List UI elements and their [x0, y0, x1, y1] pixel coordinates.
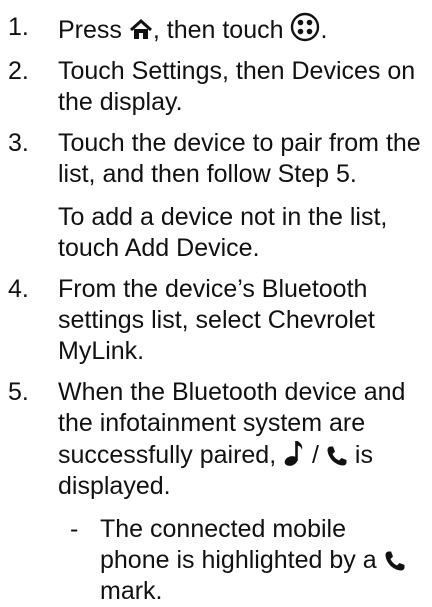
bullet-text: mark.	[100, 577, 163, 605]
phone-icon	[326, 445, 348, 467]
step-5-bullet: - The connected mobile phone is highligh…	[0, 514, 426, 607]
step-number: 3.	[8, 129, 29, 157]
step-text: From the device’s Bluetooth settings lis…	[58, 275, 375, 365]
step-text: Press	[58, 16, 129, 44]
bullet-dash: -	[70, 515, 79, 543]
step-5: 5. When the Bluetooth device and the inf…	[0, 377, 432, 607]
step-text: Touch the device to pair from the list, …	[58, 129, 421, 188]
music-note-icon	[283, 439, 305, 467]
bullet-text: The connected mobile phone is highlighte…	[100, 515, 384, 574]
step-2: 2. Touch Settings, then Devices on the d…	[0, 56, 432, 118]
step-4: 4. From the device’s Bluetooth settings …	[0, 274, 432, 367]
step-number: 4.	[8, 275, 29, 303]
instructions-page: 1. Press , then touch . 2. Touch Setting…	[0, 0, 432, 605]
phone-icon	[384, 550, 406, 572]
step-note: To add a device not in the list, touch A…	[58, 203, 388, 262]
step-text: , then touch	[152, 16, 291, 44]
separator: /	[305, 441, 326, 469]
step-number: 5.	[8, 378, 29, 406]
step-text: .	[320, 16, 328, 44]
apps-menu-icon	[290, 12, 320, 42]
step-number: 1.	[8, 13, 29, 41]
step-number: 2.	[8, 57, 29, 85]
home-icon	[129, 18, 153, 42]
step-text: Touch Settings, then Devices on the disp…	[58, 57, 416, 116]
step-3: 3. Touch the device to pair from the lis…	[0, 128, 432, 264]
step-1: 1. Press , then touch .	[0, 12, 432, 46]
